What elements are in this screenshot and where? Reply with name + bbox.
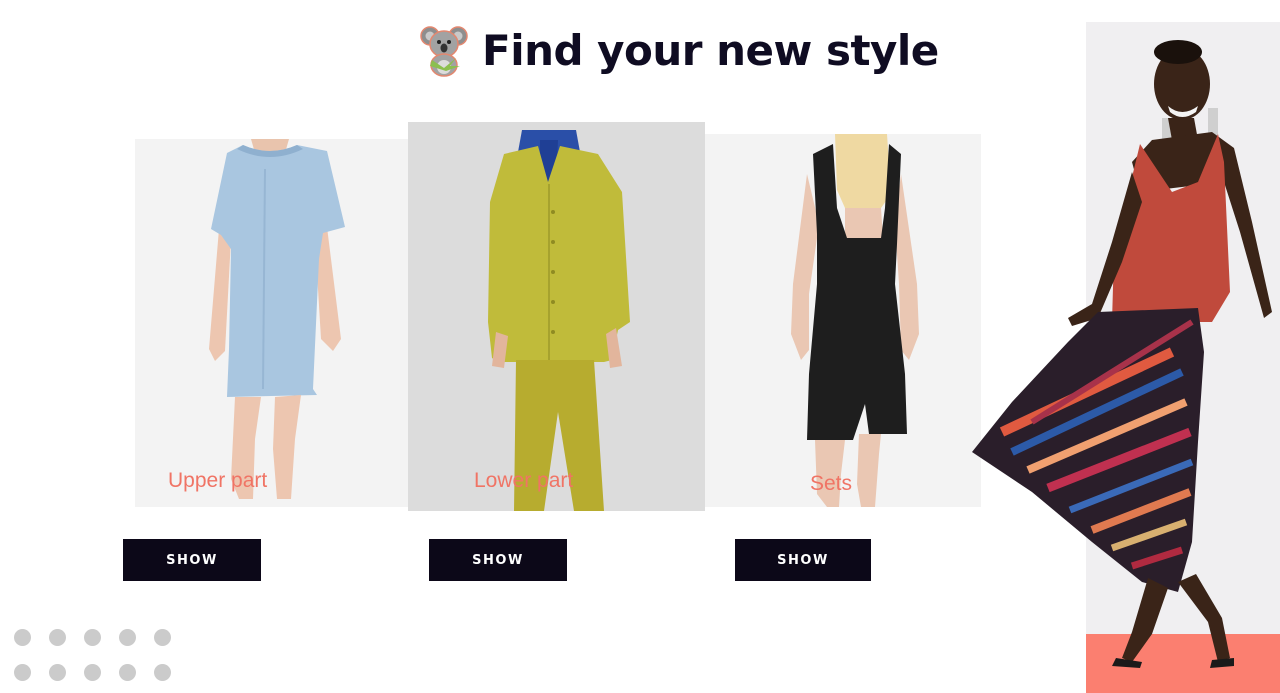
category-card-lower[interactable]: Lower part bbox=[408, 122, 705, 511]
dot bbox=[119, 629, 136, 646]
category-label-sets: Sets bbox=[810, 472, 853, 495]
dot bbox=[14, 664, 31, 681]
dot bbox=[84, 629, 101, 646]
model-sequin-skirt-image bbox=[972, 22, 1280, 693]
page-header: Find your new style bbox=[420, 20, 939, 80]
show-lower-button[interactable]: SHOW bbox=[429, 539, 567, 581]
decorative-dots bbox=[14, 629, 174, 685]
mustard-suit-model-image bbox=[408, 122, 705, 511]
show-sets-button[interactable]: SHOW bbox=[735, 539, 871, 581]
page-title: Find your new style bbox=[482, 25, 939, 75]
koala-icon bbox=[420, 26, 468, 77]
dot bbox=[154, 664, 171, 681]
dot bbox=[84, 664, 101, 681]
category-card-sets[interactable]: Sets bbox=[705, 134, 981, 507]
blue-dress-model-image bbox=[135, 139, 408, 507]
category-card-upper[interactable]: Upper part bbox=[135, 139, 408, 507]
dot bbox=[49, 629, 66, 646]
black-dress-model-image bbox=[705, 134, 981, 507]
show-upper-button[interactable]: SHOW bbox=[123, 539, 261, 581]
dot bbox=[14, 629, 31, 646]
dot bbox=[119, 664, 136, 681]
dot bbox=[49, 664, 66, 681]
category-label-lower: Lower part bbox=[474, 469, 574, 492]
category-label-upper: Upper part bbox=[168, 469, 268, 492]
dot bbox=[154, 629, 171, 646]
